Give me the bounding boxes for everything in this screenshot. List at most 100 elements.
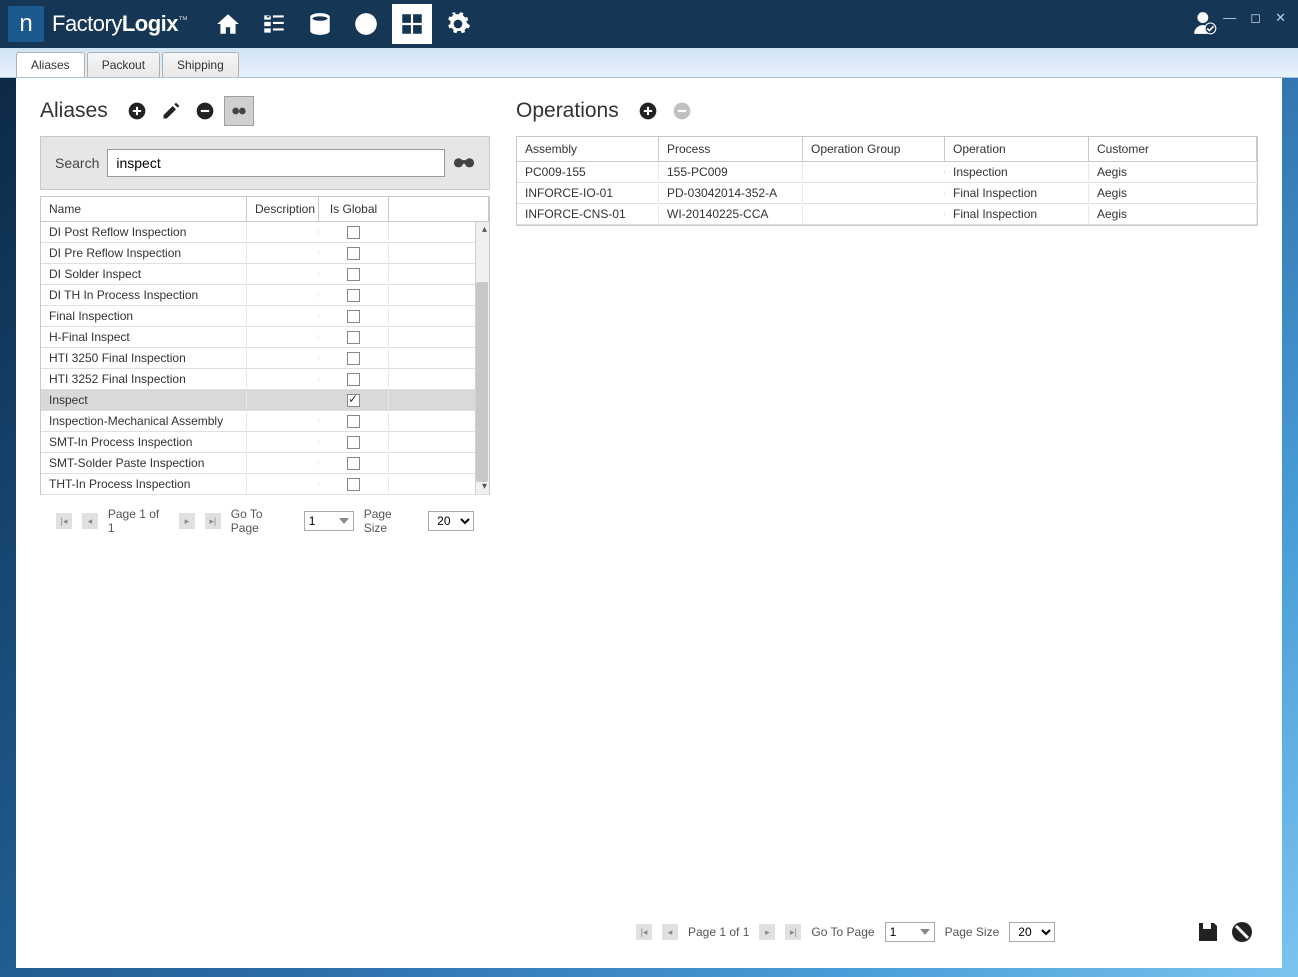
col-assembly[interactable]: Assembly [517,137,659,161]
maximize-button[interactable]: ◻ [1246,8,1265,28]
table-row[interactable]: Inspection-Mechanical Assembly [41,411,489,432]
checkbox[interactable] [347,289,360,302]
table-row[interactable]: DI Pre Reflow Inspection [41,243,489,264]
table-row[interactable]: Final Inspection [41,306,489,327]
home-icon[interactable] [208,4,248,44]
cell-opgroup [803,191,945,195]
cell-assembly: INFORCE-IO-01 [517,184,659,202]
checkbox[interactable] [347,373,360,386]
database-icon[interactable] [300,4,340,44]
table-row[interactable]: THT-In Process Inspection [41,474,489,495]
scrollbar[interactable]: ▴ ▾ [475,222,489,494]
edit-button[interactable] [156,96,186,126]
cell-name: SMT-Solder Paste Inspection [41,454,247,472]
pager-last-button[interactable]: ▸| [785,924,801,940]
pager-last-button[interactable]: ▸| [205,513,221,529]
table-row[interactable]: H-Final Inspect [41,327,489,348]
checkbox[interactable] [347,478,360,491]
col-opgroup[interactable]: Operation Group [803,137,945,161]
checkbox[interactable] [347,226,360,239]
checkbox[interactable] [347,394,360,407]
gear-icon[interactable] [438,4,478,44]
view-toggle-button[interactable] [224,96,254,126]
table-row[interactable]: INFORCE-IO-01PD-03042014-352-AFinal Insp… [517,183,1257,204]
pager-goto-input[interactable] [885,922,935,942]
cell-operation: Inspection [945,163,1089,181]
cancel-icon[interactable] [1230,920,1254,944]
pager-goto-label: Go To Page [811,925,874,939]
window-controls: — ◻ ✕ [1219,8,1290,28]
cell-name: Final Inspection [41,307,247,325]
pager-goto-input[interactable] [304,511,354,531]
table-row[interactable]: SMT-In Process Inspection [41,432,489,453]
table-row[interactable]: PC009-155155-PC009InspectionAegis [517,162,1257,183]
table-row[interactable]: DI Post Reflow Inspection [41,222,489,243]
cell-desc [247,377,319,381]
windows-icon[interactable] [392,4,432,44]
add-button[interactable] [122,96,152,126]
checklist-icon[interactable] [254,4,294,44]
close-button[interactable]: ✕ [1271,8,1290,28]
pager-prev-button[interactable]: ◂ [662,924,678,940]
col-customer[interactable]: Customer [1089,137,1257,161]
tab-packout[interactable]: Packout [87,52,160,77]
cell-global [319,433,389,451]
cell-assembly: PC009-155 [517,163,659,181]
pager-next-button[interactable]: ▸ [759,924,775,940]
checkbox[interactable] [347,415,360,428]
col-description[interactable]: Description [247,197,319,221]
pager-size-select[interactable]: 20 [1009,922,1055,942]
operations-title: Operations [516,99,619,123]
cell-global [319,370,389,388]
col-process[interactable]: Process [659,137,803,161]
col-name[interactable]: Name [41,197,247,221]
aliases-grid-header: Name Description Is Global [41,197,489,222]
col-operation[interactable]: Operation [945,137,1089,161]
tab-aliases[interactable]: Aliases [16,52,85,77]
cell-global [319,223,389,241]
checkbox[interactable] [347,352,360,365]
checkbox[interactable] [347,310,360,323]
pager-prev-button[interactable]: ◂ [82,513,98,529]
table-row[interactable]: Inspect [41,390,489,411]
operations-remove-button [667,96,697,126]
table-row[interactable]: SMT-Solder Paste Inspection [41,453,489,474]
save-icon[interactable] [1196,920,1220,944]
scroll-down-icon[interactable]: ▾ [482,481,487,492]
pager-first-button[interactable]: |◂ [56,513,72,529]
checkbox[interactable] [347,331,360,344]
checkbox[interactable] [347,247,360,260]
pager-first-button[interactable]: |◂ [636,924,652,940]
titlebar: n FactoryLogix™ — ◻ ✕ [0,0,1298,48]
user-icon[interactable] [1192,10,1218,41]
checkbox[interactable] [347,268,360,281]
col-isglobal[interactable]: Is Global [319,197,389,221]
remove-button[interactable] [190,96,220,126]
checkbox[interactable] [347,457,360,470]
table-row[interactable]: INFORCE-CNS-01WI-20140225-CCAFinal Inspe… [517,204,1257,225]
table-row[interactable]: HTI 3250 Final Inspection [41,348,489,369]
search-input[interactable] [107,149,445,177]
cell-customer: Aegis [1089,163,1257,181]
scroll-up-icon[interactable]: ▴ [482,224,487,235]
sync-icon[interactable] [346,4,386,44]
checkbox[interactable] [347,436,360,449]
cell-name: DI Solder Inspect [41,265,247,283]
tab-shipping[interactable]: Shipping [162,52,239,77]
pager-size-select[interactable]: 20 [428,511,474,531]
table-row[interactable]: DI Solder Inspect [41,264,489,285]
cell-name: DI TH In Process Inspection [41,286,247,304]
cell-global [319,349,389,367]
search-bar: Search [40,136,490,190]
binoculars-icon[interactable] [453,153,475,174]
table-row[interactable]: HTI 3252 Final Inspection [41,369,489,390]
scroll-thumb[interactable] [476,282,488,482]
table-row[interactable]: DI TH In Process Inspection [41,285,489,306]
cell-name: HTI 3250 Final Inspection [41,349,247,367]
cell-name: THT-In Process Inspection [41,475,247,493]
pager-next-button[interactable]: ▸ [179,513,195,529]
logo-glyph: n [19,10,32,38]
minimize-button[interactable]: — [1219,8,1240,28]
operations-add-button[interactable] [633,96,663,126]
cell-desc [247,230,319,234]
